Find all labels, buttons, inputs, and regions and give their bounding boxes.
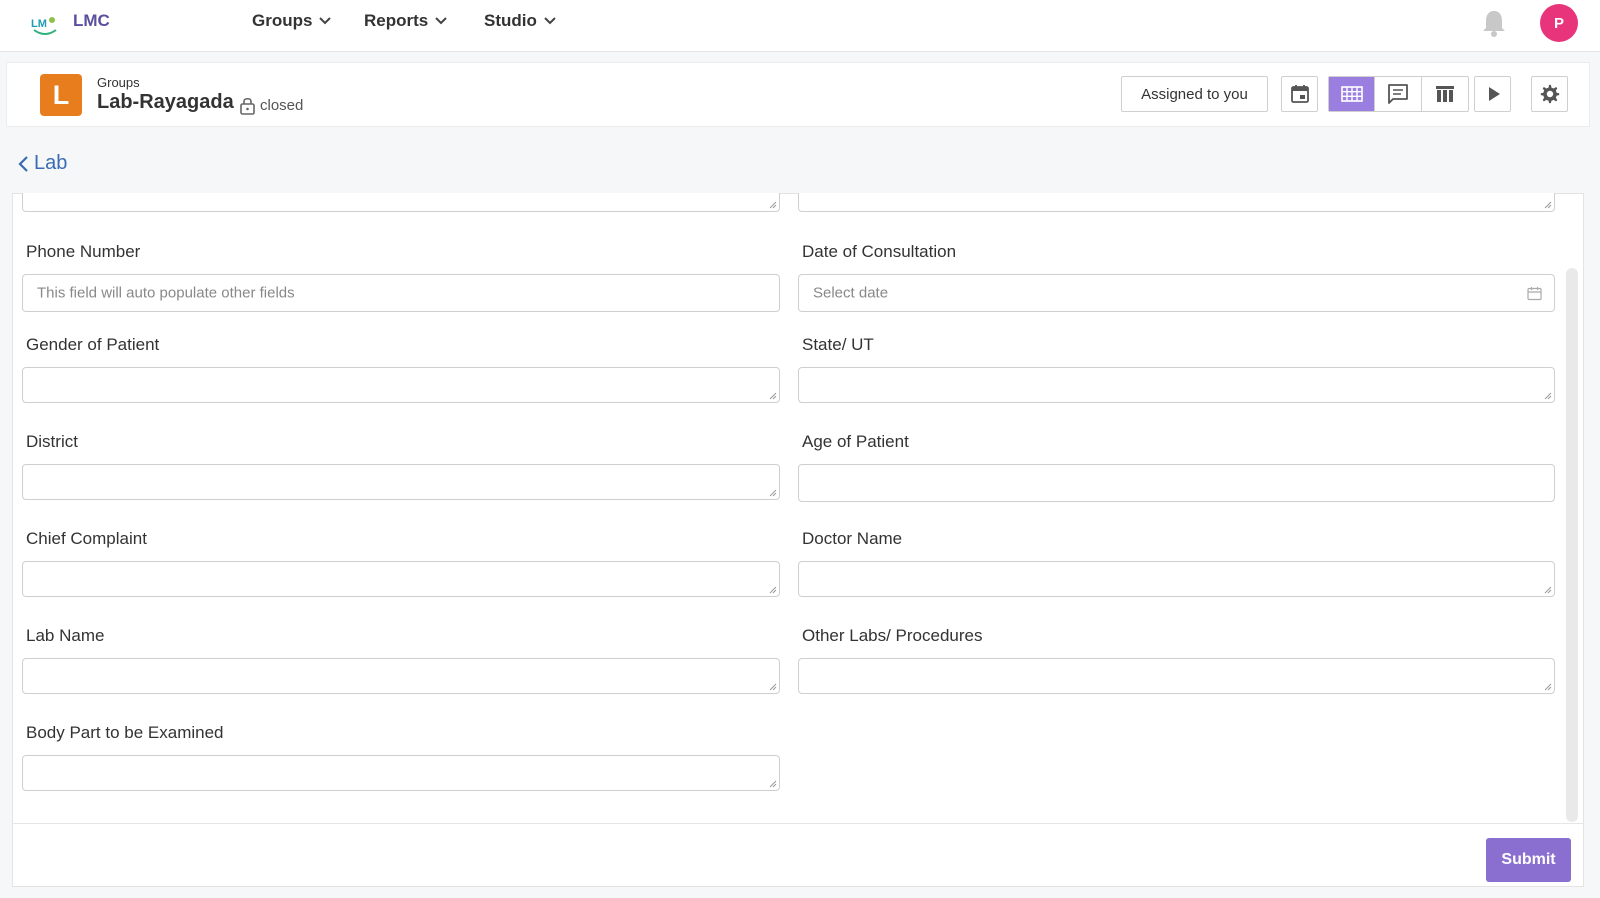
chevron-down-icon (319, 17, 332, 25)
textarea-field-partial[interactable] (798, 193, 1555, 212)
nav-menu-reports[interactable]: Reports (364, 11, 448, 31)
chevron-down-icon (435, 17, 447, 25)
table-grid-icon (1340, 86, 1363, 102)
input-placeholder: Select date (813, 284, 889, 302)
age-of-patient-input[interactable] (798, 464, 1555, 502)
body-part-to-be-examined-textarea[interactable] (22, 755, 780, 791)
svg-text:LM: LM (31, 18, 47, 30)
app-name[interactable]: LMC (73, 11, 110, 31)
nav-menu-studio[interactable]: Studio (484, 11, 557, 31)
gear-icon (1540, 84, 1559, 104)
page-title: Lab-Rayagada (97, 91, 234, 113)
status-text: closed (260, 97, 304, 114)
state-ut-textarea[interactable] (798, 367, 1555, 403)
resize-grip-icon (769, 201, 777, 209)
chief-complaint-textarea[interactable] (22, 561, 780, 597)
doctor-name-textarea[interactable] (798, 561, 1555, 597)
nav-menu-label: Groups (252, 11, 313, 30)
lock-icon (240, 97, 255, 115)
lab-name-textarea[interactable] (22, 658, 780, 694)
nav-menu-groups[interactable]: Groups (252, 11, 332, 31)
phone-number-input[interactable]: This field will auto populate other fiel… (22, 274, 780, 312)
field-label: Date of Consultation (802, 242, 957, 261)
back-link-label: Lab (34, 152, 68, 174)
field-label: Age of Patient (802, 432, 909, 451)
field-label: Body Part to be Examined (26, 723, 224, 742)
textarea-field-partial[interactable] (22, 193, 780, 212)
breadcrumb[interactable]: Groups (97, 75, 140, 90)
nav-menu-label: Reports (364, 11, 429, 30)
chevron-down-icon (544, 17, 556, 25)
gender-of-patient-textarea[interactable] (22, 367, 780, 403)
kanban-icon (1435, 86, 1454, 102)
group-avatar: L (40, 74, 82, 116)
user-avatar[interactable]: P (1540, 4, 1578, 42)
resize-grip-icon (1544, 201, 1552, 209)
field-label: Lab Name (26, 626, 105, 645)
field-label: Phone Number (26, 242, 141, 261)
resize-grip-icon (1544, 586, 1552, 594)
field-label: District (26, 432, 78, 451)
date-of-consultation-picker[interactable]: Select date (798, 274, 1555, 312)
resize-grip-icon (769, 489, 777, 497)
field-label: Other Labs/ Procedures (802, 626, 983, 645)
calendar-icon (1527, 287, 1542, 301)
resize-grip-icon (769, 780, 777, 788)
form-footer-divider (12, 823, 1584, 824)
view-switcher (1328, 76, 1469, 112)
board-view-button[interactable] (1422, 77, 1468, 111)
calendar-icon (1290, 85, 1309, 103)
back-link[interactable]: Lab (16, 152, 67, 175)
play-button[interactable] (1474, 76, 1511, 112)
bell-icon[interactable] (1480, 8, 1508, 38)
chevron-left-icon (18, 155, 28, 172)
field-label: Doctor Name (802, 529, 903, 548)
nav-menu-label: Studio (484, 11, 537, 30)
resize-grip-icon (769, 586, 777, 594)
district-textarea[interactable] (22, 464, 780, 500)
other-labs-procedures-textarea[interactable] (798, 658, 1555, 694)
conversation-view-button[interactable] (1375, 77, 1422, 111)
resize-grip-icon (769, 683, 777, 691)
scrollbar[interactable] (1566, 268, 1578, 822)
calendar-view-button[interactable] (1281, 76, 1318, 112)
status-badge: closed (239, 96, 303, 115)
top-navigation: LM LMC Groups Reports Studio P (0, 0, 1600, 52)
field-label: State/ UT (802, 335, 874, 354)
submit-button[interactable]: Submit (1486, 838, 1571, 882)
table-view-button[interactable] (1329, 77, 1376, 111)
group-header: L Groups Lab-Rayagada closed Assigned to… (6, 62, 1590, 127)
field-label: Gender of Patient (26, 335, 160, 354)
app-logo-icon[interactable]: LM (30, 10, 60, 40)
settings-button[interactable] (1531, 76, 1568, 112)
resize-grip-icon (1544, 392, 1552, 400)
input-placeholder: This field will auto populate other fiel… (37, 284, 295, 302)
field-label: Chief Complaint (26, 529, 147, 548)
resize-grip-icon (769, 392, 777, 400)
assigned-to-you-button[interactable]: Assigned to you (1121, 76, 1268, 112)
chat-icon (1388, 84, 1408, 104)
resize-grip-icon (1544, 683, 1552, 691)
play-icon (1488, 87, 1500, 101)
